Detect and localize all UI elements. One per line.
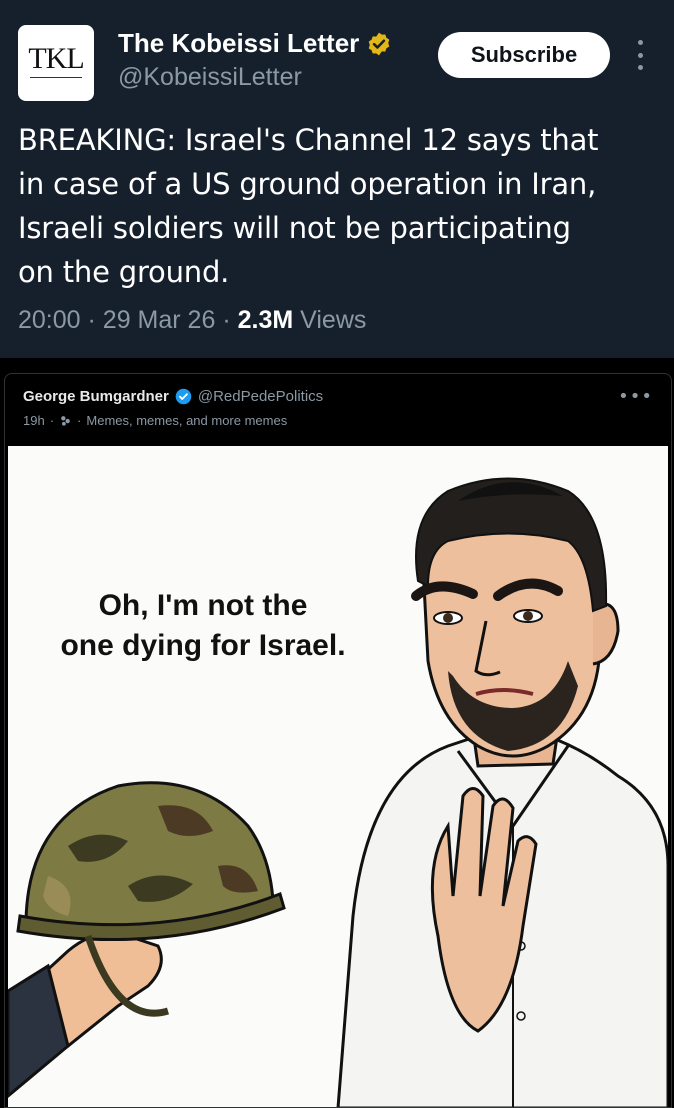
more-vertical-icon[interactable] <box>632 40 648 70</box>
embedded-post: George Bumgardner @RedPedePolitics 19h ·… <box>4 373 672 1108</box>
views-label: Views <box>300 306 366 334</box>
meta-separator: · <box>88 306 103 334</box>
post-author-handle[interactable]: @RedPedePolitics <box>198 388 323 405</box>
tweet-time[interactable]: 20:00 <box>18 306 81 334</box>
meme-illustration <box>8 446 668 1108</box>
logo-underline <box>30 77 82 82</box>
tweet-text-line: Israeli soldiers will not be participati… <box>18 206 658 250</box>
dot-separator: · <box>77 413 81 428</box>
tweet-meta: 20:00 · 29 Mar 26 · 2.3M Views <box>18 306 366 335</box>
tweet-date[interactable]: 29 Mar 26 <box>103 306 216 334</box>
author-name[interactable]: The Kobeissi Letter <box>118 28 359 59</box>
logo-text: TKL <box>28 44 83 74</box>
verified-blue-badge-icon <box>175 388 192 405</box>
verified-gold-badge-icon <box>366 31 392 57</box>
meme-image[interactable]: Oh, I'm not the one dying for Israel. <box>8 446 668 1108</box>
man-figure <box>338 479 668 1108</box>
views-count: 2.3M <box>238 306 294 334</box>
tweet-text-line: in case of a US ground operation in Iran… <box>18 162 658 206</box>
post-community[interactable]: Memes, memes, and more memes <box>86 413 287 428</box>
post-age: 19h <box>23 413 45 428</box>
tweet-author: The Kobeissi Letter @KobeissiLetter <box>118 28 392 92</box>
tweet-card: TKL The Kobeissi Letter @KobeissiLetter … <box>0 0 674 358</box>
post-subline: 19h · · Memes, memes, and more memes <box>23 413 323 428</box>
tweet-text: BREAKING: Israel's Channel 12 says that … <box>18 118 658 294</box>
meta-separator: · <box>222 306 237 334</box>
tweet-text-line: on the ground. <box>18 250 658 294</box>
tweet-text-line: BREAKING: Israel's Channel 12 says that <box>18 118 658 162</box>
post-header: George Bumgardner @RedPedePolitics 19h ·… <box>23 388 323 428</box>
post-author-name[interactable]: George Bumgardner <box>23 388 169 405</box>
subscribe-button[interactable]: Subscribe <box>438 32 610 78</box>
community-icon <box>59 414 72 427</box>
kobeissi-logo[interactable]: TKL <box>18 25 94 101</box>
dot-separator: · <box>50 413 54 428</box>
more-horizontal-icon[interactable]: ••• <box>618 392 653 402</box>
helmet-offer <box>8 783 284 1096</box>
author-handle[interactable]: @KobeissiLetter <box>118 63 392 92</box>
